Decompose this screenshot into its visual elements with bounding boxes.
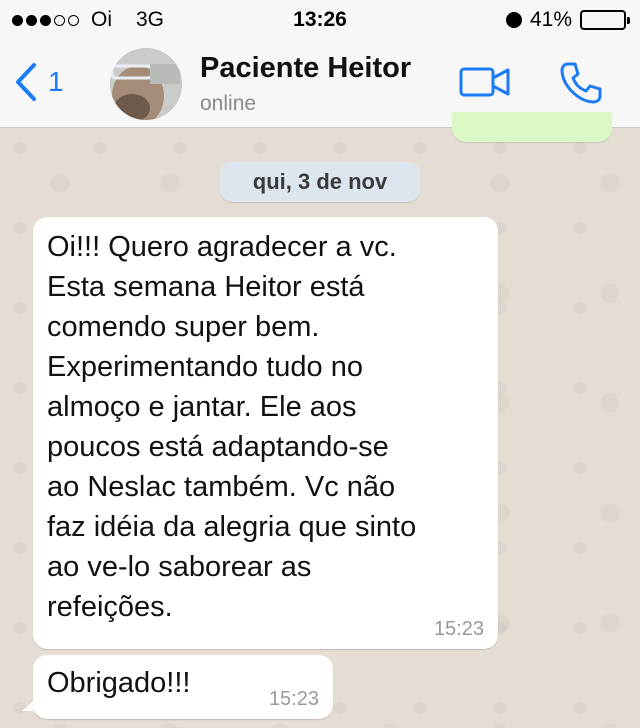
unread-count: 1 — [48, 66, 64, 97]
back-button[interactable]: 1 — [14, 62, 64, 102]
message-time: 15:23 — [268, 688, 319, 710]
incoming-message[interactable]: Obrigado!!! 15:23 — [33, 655, 333, 719]
date-separator: qui, 3 de nov — [220, 162, 420, 202]
contact-status: online — [200, 92, 257, 115]
status-right: 41% — [505, 8, 630, 32]
incoming-message[interactable]: Oi!!! Quero agradecer a vc. Esta semana … — [33, 217, 498, 649]
message-text: Oi!!! Quero agradecer a vc. Esta semana … — [47, 231, 417, 623]
message-time: 15:23 — [433, 618, 484, 640]
battery-percent: 41% — [529, 8, 572, 31]
alarm-icon — [505, 12, 522, 28]
phone-icon — [560, 62, 602, 104]
status-bar: Oi 3G 13:26 41% — [0, 0, 640, 40]
battery-icon — [580, 10, 630, 30]
video-call-button[interactable] — [458, 64, 512, 105]
contact-name[interactable]: Paciente Heitor — [200, 52, 411, 85]
video-call-icon — [459, 67, 510, 97]
avatar[interactable] — [110, 48, 182, 120]
outgoing-message-partial — [452, 112, 612, 142]
voice-call-button[interactable] — [558, 60, 604, 111]
chevron-left-icon — [16, 63, 36, 101]
